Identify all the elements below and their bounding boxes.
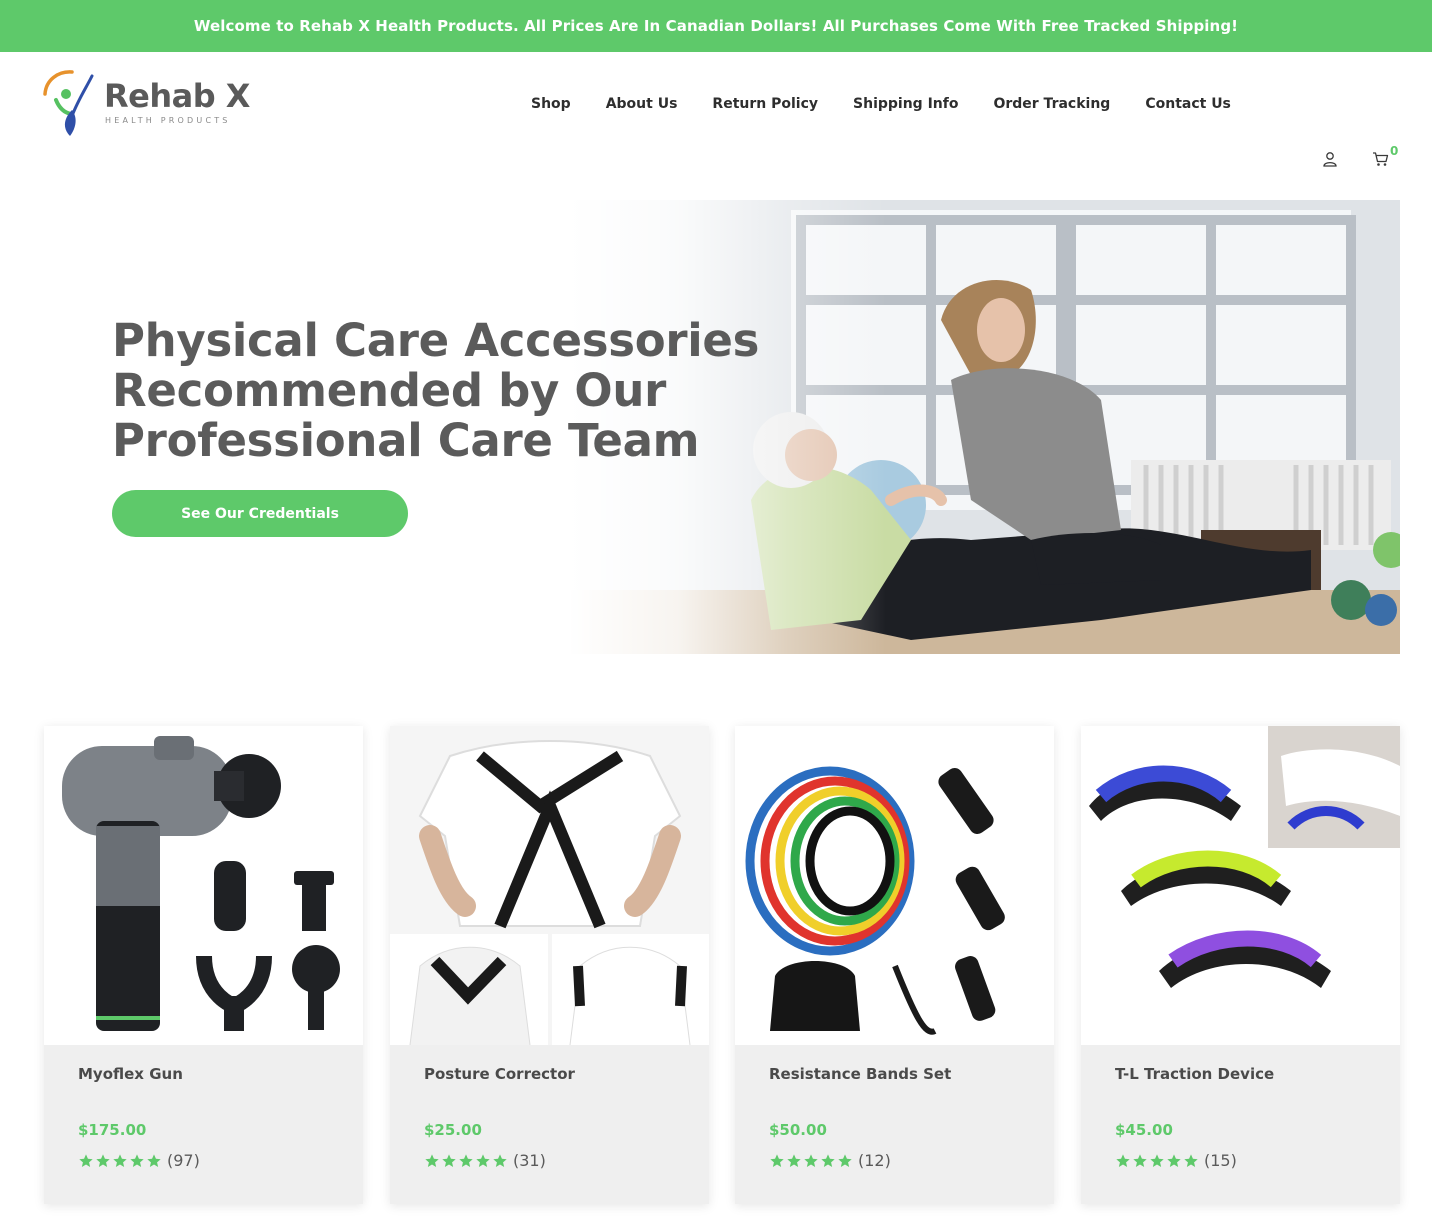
product-name[interactable]: Resistance Bands Set bbox=[769, 1065, 951, 1083]
star-rating bbox=[769, 1153, 853, 1169]
star-icon bbox=[459, 1153, 473, 1167]
announcement-bar: Welcome to Rehab X Health Products. All … bbox=[0, 0, 1432, 52]
product-price: $175.00 bbox=[78, 1121, 147, 1139]
review-count[interactable]: (31) bbox=[513, 1151, 546, 1170]
nav-shipping-info[interactable]: Shipping Info bbox=[853, 96, 958, 112]
star-icon bbox=[1184, 1153, 1198, 1167]
product-name[interactable]: Myoflex Gun bbox=[78, 1065, 183, 1083]
product-info: Myoflex Gun $175.00 (97) bbox=[44, 1045, 363, 1204]
star-icon bbox=[96, 1153, 110, 1167]
product-rating: (31) bbox=[424, 1151, 546, 1170]
star-icon bbox=[1150, 1153, 1164, 1167]
product-image-tl-traction-device[interactable] bbox=[1081, 726, 1400, 1045]
star-icon bbox=[770, 1153, 784, 1167]
logo-wordmark: Rehab X bbox=[104, 77, 250, 115]
star-icon bbox=[147, 1153, 161, 1167]
star-icon bbox=[130, 1153, 144, 1167]
star-icon bbox=[113, 1153, 127, 1167]
user-icon[interactable] bbox=[1322, 151, 1338, 167]
product-info: Resistance Bands Set $50.00 (12) bbox=[735, 1045, 1054, 1204]
product-card-myoflex-gun[interactable]: Myoflex Gun $175.00 (97) bbox=[44, 726, 363, 1204]
product-rating: (97) bbox=[78, 1151, 200, 1170]
product-card-tl-traction-device[interactable]: T-L Traction Device $45.00 (15) bbox=[1081, 726, 1400, 1204]
star-rating bbox=[424, 1153, 508, 1169]
star-icon bbox=[79, 1153, 93, 1167]
hero-banner: Physical Care Accessories Recommended by… bbox=[11, 200, 1400, 654]
main-nav: Shop About Us Return Policy Shipping Inf… bbox=[531, 96, 1266, 112]
review-count[interactable]: (97) bbox=[167, 1151, 200, 1170]
star-rating bbox=[1115, 1153, 1199, 1169]
nav-return-policy[interactable]: Return Policy bbox=[712, 96, 818, 112]
site-logo[interactable]: Rehab X HEALTH PRODUCTS bbox=[42, 66, 252, 142]
product-price: $50.00 bbox=[769, 1121, 827, 1139]
review-count[interactable]: (15) bbox=[1204, 1151, 1237, 1170]
product-name[interactable]: Posture Corrector bbox=[424, 1065, 575, 1083]
star-rating bbox=[78, 1153, 162, 1169]
product-image-resistance-bands-set[interactable] bbox=[735, 726, 1054, 1045]
product-info: Posture Corrector $25.00 (31) bbox=[390, 1045, 709, 1204]
star-icon bbox=[442, 1153, 456, 1167]
see-credentials-button[interactable]: See Our Credentials bbox=[112, 490, 408, 537]
product-card-posture-corrector[interactable]: Posture Corrector $25.00 (31) bbox=[390, 726, 709, 1204]
star-icon bbox=[493, 1153, 507, 1167]
product-image-posture-corrector[interactable] bbox=[390, 726, 709, 1045]
cart-icon[interactable] bbox=[1372, 151, 1389, 167]
nav-about-us[interactable]: About Us bbox=[606, 96, 678, 112]
star-icon bbox=[1133, 1153, 1147, 1167]
nav-shop[interactable]: Shop bbox=[531, 96, 571, 112]
hero-title: Physical Care Accessories Recommended by… bbox=[112, 316, 812, 466]
product-rating: (15) bbox=[1115, 1151, 1237, 1170]
product-name[interactable]: T-L Traction Device bbox=[1115, 1065, 1274, 1083]
star-icon bbox=[838, 1153, 852, 1167]
star-icon bbox=[804, 1153, 818, 1167]
logo-mark-icon bbox=[43, 70, 94, 136]
star-icon bbox=[821, 1153, 835, 1167]
cart-count-badge[interactable]: 0 bbox=[1390, 144, 1398, 158]
logo-tagline: HEALTH PRODUCTS bbox=[105, 116, 231, 125]
star-icon bbox=[1167, 1153, 1181, 1167]
product-image-myoflex-gun[interactable] bbox=[44, 726, 363, 1045]
star-icon bbox=[476, 1153, 490, 1167]
hero-title-line-3: Professional Care Team bbox=[112, 414, 700, 467]
hero-title-line-1: Physical Care Accessories bbox=[112, 314, 760, 367]
product-price: $45.00 bbox=[1115, 1121, 1173, 1139]
product-card-resistance-bands-set[interactable]: Resistance Bands Set $50.00 (12) bbox=[735, 726, 1054, 1204]
review-count[interactable]: (12) bbox=[858, 1151, 891, 1170]
product-price: $25.00 bbox=[424, 1121, 482, 1139]
product-rating: (12) bbox=[769, 1151, 891, 1170]
nav-order-tracking[interactable]: Order Tracking bbox=[993, 96, 1110, 112]
star-icon bbox=[425, 1153, 439, 1167]
product-info: T-L Traction Device $45.00 (15) bbox=[1081, 1045, 1400, 1204]
star-icon bbox=[1116, 1153, 1130, 1167]
hero-title-line-2: Recommended by Our bbox=[112, 364, 667, 417]
star-icon bbox=[787, 1153, 801, 1167]
nav-contact-us[interactable]: Contact Us bbox=[1145, 96, 1231, 112]
announcement-text: Welcome to Rehab X Health Products. All … bbox=[193, 17, 1239, 35]
